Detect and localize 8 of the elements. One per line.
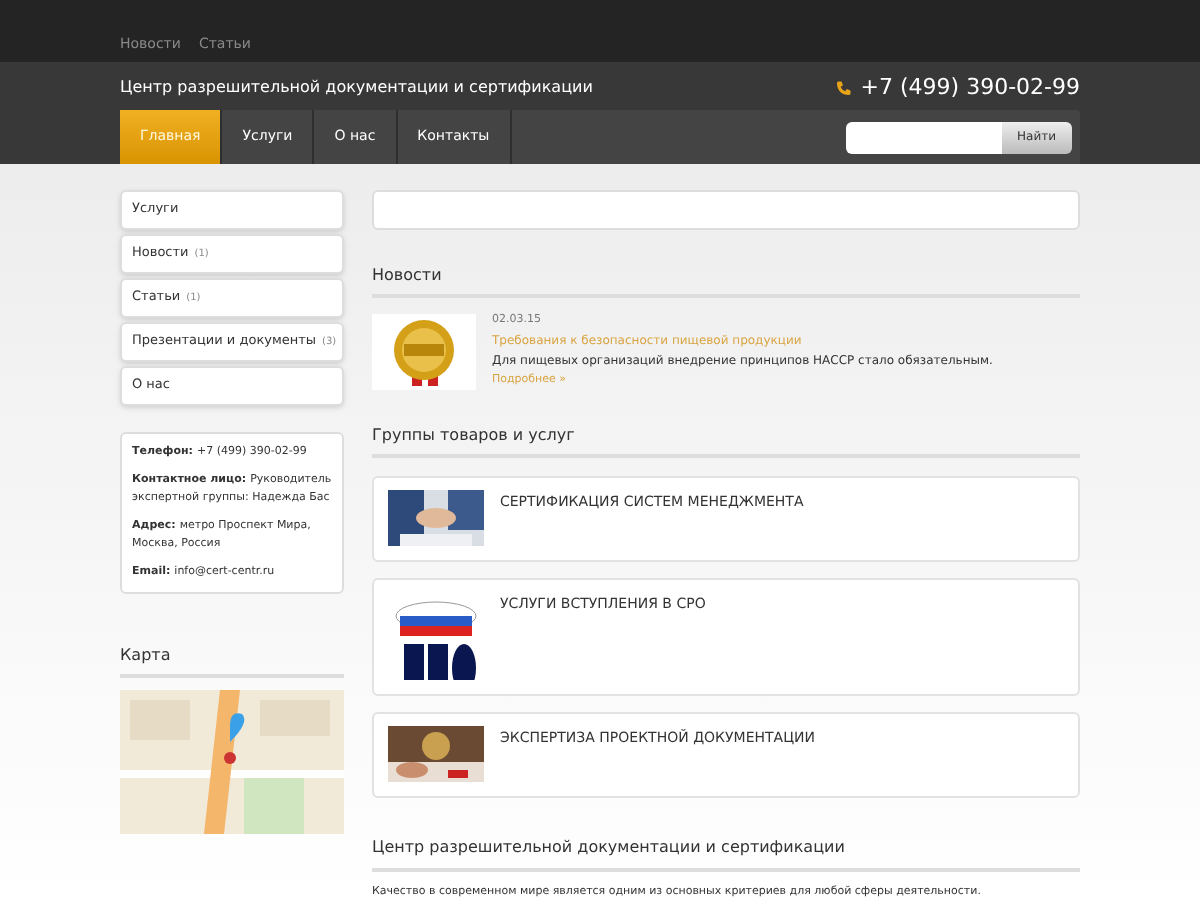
section-heading: Карта xyxy=(120,646,171,664)
phone-icon xyxy=(834,79,853,97)
site-title: Центр разрешительной документации и сертификации xyxy=(120,78,593,98)
section-heading: Группы товаров и услуг xyxy=(372,426,575,445)
search-field[interactable] xyxy=(845,121,1002,153)
phone-number: +7 (499) 390-02-99 xyxy=(860,74,1080,102)
section-heading: Центр разрешительной документации и сертификации xyxy=(372,838,845,857)
section-heading: Новости xyxy=(372,266,442,284)
